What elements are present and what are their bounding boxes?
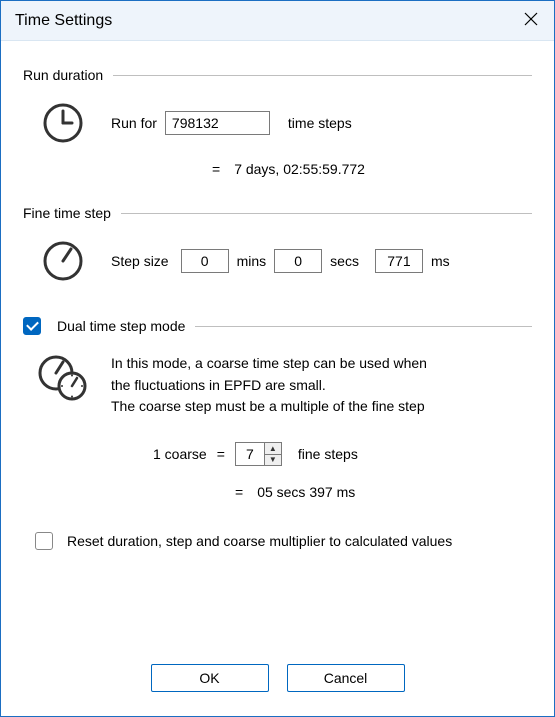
run-for-input[interactable] [165, 111, 270, 135]
run-duration-readout: 7 days, 02:55:59.772 [234, 161, 365, 177]
mins-label: mins [237, 253, 267, 269]
reset-checkbox[interactable] [35, 532, 53, 550]
coarse-step-readout: 05 secs 397 ms [257, 484, 355, 500]
step-mins-input[interactable] [181, 249, 229, 273]
step-ms-input[interactable] [375, 249, 423, 273]
reset-row: Reset duration, step and coarse multipli… [35, 532, 532, 550]
spinner-down-button[interactable]: ▼ [265, 454, 281, 465]
run-for-label: Run for [111, 115, 157, 131]
coarse-multiplier-spinner[interactable]: ▲ ▼ [235, 442, 282, 466]
close-button[interactable] [502, 10, 542, 31]
spinner-up-button[interactable]: ▲ [265, 443, 281, 454]
fine-time-step-section: Fine time step Step size mins secs ms [23, 205, 532, 283]
coarse-left-label: 1 coarse [153, 446, 207, 462]
coarse-multiplier-input[interactable] [236, 443, 264, 465]
step-size-label: Step size [111, 253, 169, 269]
close-icon [524, 12, 538, 26]
fine-time-step-label: Fine time step [23, 205, 111, 221]
equals-sign: = [235, 484, 243, 500]
titlebar: Time Settings [1, 1, 554, 41]
dual-mode-checkbox[interactable] [23, 317, 41, 335]
dual-time-step-section: Dual time step mode [23, 317, 532, 500]
cancel-button[interactable]: Cancel [287, 664, 405, 692]
ms-label: ms [431, 253, 450, 269]
ok-button[interactable]: OK [151, 664, 269, 692]
dialog-footer: OK Cancel [23, 654, 532, 700]
reset-label: Reset duration, step and coarse multipli… [67, 533, 452, 549]
run-for-unit: time steps [288, 115, 352, 131]
step-secs-input[interactable] [274, 249, 322, 273]
divider [113, 75, 532, 76]
dual-mode-label: Dual time step mode [57, 318, 185, 334]
equals-sign: = [217, 446, 225, 462]
clock-icon [23, 101, 103, 145]
dialog-body: Run duration Run for time steps = [1, 41, 554, 716]
clock-hand-icon [23, 239, 103, 283]
coarse-right-label: fine steps [298, 446, 358, 462]
divider [195, 326, 532, 327]
window-title: Time Settings [15, 12, 502, 30]
run-duration-label: Run duration [23, 67, 103, 83]
dual-mode-description: In this mode, a coarse time step can be … [111, 353, 427, 418]
time-settings-dialog: Time Settings Run duration [0, 0, 555, 717]
run-duration-section: Run duration Run for time steps = [23, 67, 532, 177]
divider [121, 213, 532, 214]
dual-clock-icon [23, 353, 103, 403]
secs-label: secs [330, 253, 359, 269]
equals-sign: = [212, 161, 220, 177]
